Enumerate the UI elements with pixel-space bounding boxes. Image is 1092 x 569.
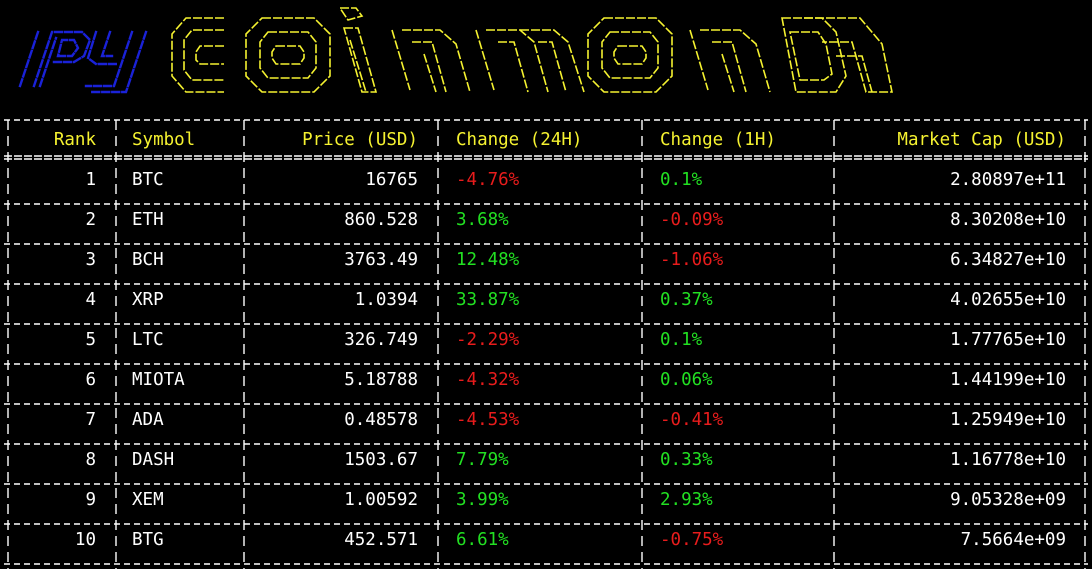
market-cap-cell: 2.80897e+11 (950, 170, 1066, 190)
market-cap-cell: 9.05328e+09 (950, 490, 1066, 510)
change-1h-cell: 2.93% (660, 490, 713, 510)
price-cell: 1.00592 (344, 490, 418, 510)
change-24h-cell: 12.48% (456, 250, 520, 270)
symbol-cell: ETH (132, 210, 164, 230)
app-banner: py coinmon (18, 7, 893, 94)
rank-cell: 10 (75, 530, 96, 550)
rank-cell: 9 (85, 490, 96, 510)
column-header: Change (1H) (660, 130, 776, 150)
change-24h-cell: 6.61% (456, 530, 509, 550)
price-cell: 860.528 (344, 210, 418, 230)
change-24h-cell: -4.32% (456, 370, 520, 390)
change-1h-cell: 0.06% (660, 370, 713, 390)
change-24h-cell: 7.79% (456, 450, 509, 470)
price-cell: 5.18788 (344, 370, 418, 390)
change-24h-cell: -2.29% (456, 330, 520, 350)
market-cap-cell: 8.30208e+10 (950, 210, 1066, 230)
rank-cell: 7 (85, 410, 96, 430)
crypto-price-table: Rank Symbol Price (USD) Change (24H) Change … (4, 119, 1088, 569)
column-header: Price (USD) (302, 130, 418, 150)
column-header: Change (24H) (456, 130, 582, 150)
change-1h-cell: -0.41% (660, 410, 724, 430)
change-1h-cell: -1.06% (660, 250, 724, 270)
change-24h-cell: 3.68% (456, 210, 509, 230)
price-cell: 3763.49 (344, 250, 418, 270)
change-1h-cell: 0.1% (660, 330, 703, 350)
column-header: Symbol (132, 130, 195, 150)
price-cell: 0.48578 (344, 410, 418, 430)
market-cap-cell: 1.77765e+10 (950, 330, 1066, 350)
price-cell: 326.749 (344, 330, 418, 350)
market-cap-cell: 1.44199e+10 (950, 370, 1066, 390)
column-header: Rank (54, 130, 97, 150)
symbol-cell: MIOTA (132, 370, 185, 390)
price-cell: 1503.67 (344, 450, 418, 470)
column-header: Market Cap (USD) (897, 130, 1066, 150)
change-24h-cell: 33.87% (456, 290, 520, 310)
change-1h-cell: 0.1% (660, 170, 703, 190)
symbol-cell: XRP (132, 290, 164, 310)
change-24h-cell: -4.53% (456, 410, 520, 430)
symbol-cell: DASH (132, 450, 174, 470)
change-1h-cell: 0.33% (660, 450, 713, 470)
symbol-cell: XEM (132, 490, 164, 510)
market-cap-cell: 1.25949e+10 (950, 410, 1066, 430)
market-cap-cell: 4.02655e+10 (950, 290, 1066, 310)
rank-cell: 8 (85, 450, 96, 470)
rank-cell: 3 (85, 250, 96, 270)
rank-cell: 4 (85, 290, 96, 310)
market-cap-cell: 6.34827e+10 (950, 250, 1066, 270)
market-cap-cell: 1.16778e+10 (950, 450, 1066, 470)
symbol-cell: LTC (132, 330, 164, 350)
change-1h-cell: -0.09% (660, 210, 724, 230)
symbol-cell: ADA (132, 410, 164, 430)
change-24h-cell: -4.76% (456, 170, 520, 190)
change-1h-cell: 0.37% (660, 290, 713, 310)
symbol-cell: BTC (132, 170, 164, 190)
symbol-cell: BCH (132, 250, 164, 270)
banner-prefix-logo (18, 30, 148, 94)
rank-cell: 2 (85, 210, 96, 230)
change-1h-cell: -0.75% (660, 530, 724, 550)
rank-cell: 5 (85, 330, 96, 350)
rank-cell: 1 (85, 170, 96, 190)
price-cell: 16765 (365, 170, 418, 190)
symbol-cell: BTG (132, 530, 164, 550)
market-cap-cell: 7.5664e+09 (961, 530, 1066, 550)
price-cell: 452.571 (344, 530, 418, 550)
banner-word-logo (171, 7, 893, 93)
rank-cell: 6 (85, 370, 96, 390)
price-cell: 1.0394 (355, 290, 418, 310)
change-24h-cell: 3.99% (456, 490, 509, 510)
